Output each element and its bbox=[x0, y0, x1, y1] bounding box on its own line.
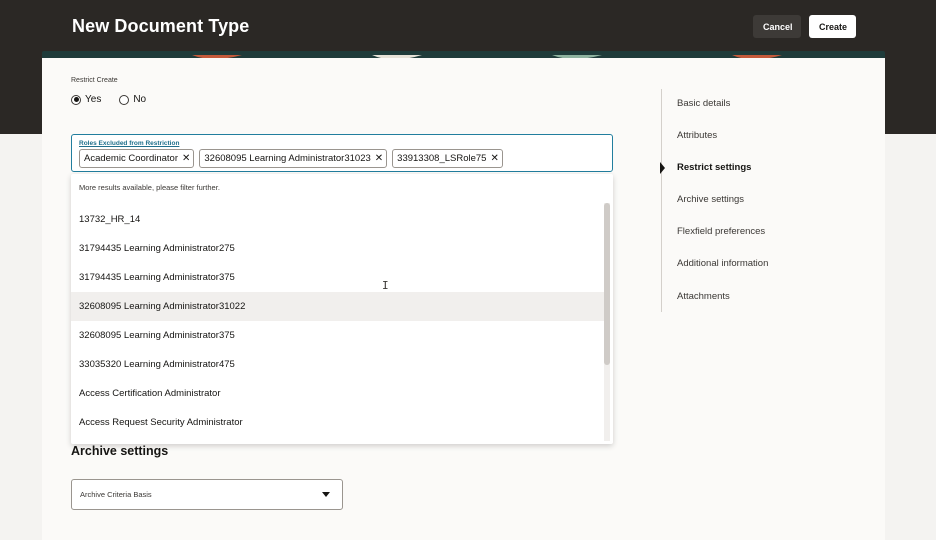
list-item[interactable]: 13732_HR_14 bbox=[71, 205, 604, 234]
close-icon[interactable]: ✕ bbox=[375, 153, 383, 164]
active-marker-icon bbox=[660, 162, 665, 174]
list-item[interactable]: 32608095 Learning Administrator31022 bbox=[71, 292, 604, 321]
role-chips: Academic Coordinator ✕ 32608095 Learning… bbox=[79, 149, 503, 168]
radio-yes[interactable] bbox=[71, 94, 81, 105]
nav-item-additional-information[interactable]: Additional information bbox=[677, 258, 768, 269]
nav-item-archive-settings[interactable]: Archive settings bbox=[677, 194, 744, 205]
archive-criteria-label: Archive Criteria Basis bbox=[80, 490, 152, 499]
side-navigation: Basic details Attributes Restrict settin… bbox=[660, 89, 841, 312]
nav-item-restrict-settings[interactable]: Restrict settings bbox=[677, 162, 751, 173]
role-chip-label: 32608095 Learning Administrator31023 bbox=[204, 153, 371, 164]
radio-yes-label[interactable]: Yes bbox=[85, 94, 101, 105]
nav-item-flexfield-preferences[interactable]: Flexfield preferences bbox=[677, 226, 765, 237]
dropdown-list: 13732_HR_14 31794435 Learning Administra… bbox=[71, 205, 604, 437]
role-chip-label: 33913308_LSRole75 bbox=[397, 153, 487, 164]
restrict-create-label: Restrict Create bbox=[71, 77, 118, 84]
nav-item-attributes[interactable]: Attributes bbox=[677, 130, 717, 141]
roles-excluded-input[interactable]: Roles Excluded from Restriction Academic… bbox=[71, 134, 613, 172]
role-chip: Academic Coordinator ✕ bbox=[79, 149, 195, 168]
close-icon[interactable]: ✕ bbox=[490, 153, 498, 164]
list-item[interactable]: 31794435 Learning Administrator375 bbox=[71, 263, 604, 292]
archive-criteria-select[interactable]: Archive Criteria Basis bbox=[71, 479, 343, 510]
chevron-down-icon bbox=[322, 492, 330, 497]
create-button[interactable]: Create bbox=[809, 15, 856, 38]
radio-no-label[interactable]: No bbox=[133, 94, 146, 105]
roles-excluded-label: Roles Excluded from Restriction bbox=[79, 140, 180, 147]
dropdown-scrollbar[interactable] bbox=[604, 203, 610, 441]
restrict-create-radio-group: Yes No bbox=[71, 94, 160, 105]
dropdown-hint: More results available, please filter fu… bbox=[79, 183, 220, 192]
cancel-button[interactable]: Cancel bbox=[753, 15, 801, 38]
close-icon[interactable]: ✕ bbox=[182, 153, 190, 164]
list-item[interactable]: 31794435 Learning Administrator275 bbox=[71, 234, 604, 263]
radio-no[interactable] bbox=[119, 94, 130, 105]
roles-dropdown: More results available, please filter fu… bbox=[71, 174, 613, 444]
nav-item-attachments[interactable]: Attachments bbox=[677, 291, 730, 302]
role-chip: 33913308_LSRole75 ✕ bbox=[392, 149, 503, 168]
list-item[interactable]: 33035320 Learning Administrator475 bbox=[71, 350, 604, 379]
text-cursor-icon: I bbox=[382, 279, 389, 292]
archive-settings-title: Archive settings bbox=[71, 444, 169, 458]
list-item[interactable]: 32608095 Learning Administrator375 bbox=[71, 321, 604, 350]
scrollbar-thumb[interactable] bbox=[604, 203, 610, 365]
list-item[interactable]: Access Request Security Administrator bbox=[71, 408, 604, 437]
page-title: New Document Type bbox=[72, 16, 250, 36]
role-chip: 32608095 Learning Administrator31023 ✕ bbox=[199, 149, 388, 168]
list-item[interactable]: Access Certification Administrator bbox=[71, 379, 604, 408]
nav-item-basic-details[interactable]: Basic details bbox=[677, 98, 730, 109]
role-chip-label: Academic Coordinator bbox=[84, 153, 178, 164]
